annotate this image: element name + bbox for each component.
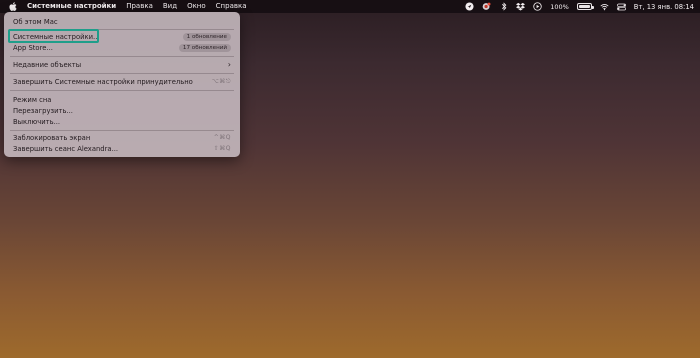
menu-item-label: Перезагрузить...	[13, 106, 73, 115]
menu-item-app-store[interactable]: App Store... 17 обновлений	[9, 42, 235, 53]
wifi-icon[interactable]	[600, 2, 609, 11]
dropbox-icon[interactable]	[516, 2, 526, 11]
battery-fill	[578, 5, 590, 8]
clock[interactable]: Вт, 13 янв. 08:14	[634, 3, 694, 11]
battery-icon[interactable]	[576, 3, 594, 10]
shortcut-hint: ^⌘Q	[213, 134, 231, 141]
menu-separator	[10, 29, 234, 30]
clock-time: 08:14	[674, 2, 694, 11]
chevron-right-icon: ›	[227, 60, 231, 69]
menu-separator	[10, 56, 234, 57]
menu-item-lock-screen[interactable]: Заблокировать экран ^⌘Q	[9, 132, 235, 143]
menu-item-recent-items[interactable]: Недавние объекты ›	[9, 59, 235, 70]
menu-item-label: Заблокировать экран	[13, 133, 91, 142]
menu-item-sleep[interactable]: Режим сна	[9, 94, 235, 105]
menu-item-label: App Store...	[13, 43, 53, 52]
menu-separator	[10, 130, 234, 131]
play-circle-icon[interactable]	[533, 2, 542, 11]
menu-item-label: Системные настройки...	[13, 32, 100, 41]
menu-item-label: Недавние объекты	[13, 60, 82, 69]
update-badge: 17 обновлений	[178, 43, 231, 52]
menu-item-force-quit[interactable]: Завершить Системные настройки принудител…	[9, 76, 235, 87]
menu-item-label: Завершить сеанс Alexandra...	[13, 144, 119, 153]
bluetooth-icon[interactable]	[499, 2, 508, 11]
menu-separator	[10, 73, 234, 74]
status-area: 100% Вт, 13 янв. 08:14	[465, 0, 700, 13]
shortcut-hint: ⇧⌘Q	[213, 145, 231, 152]
clock-date: Вт, 13 янв.	[633, 2, 673, 11]
menu-item-label: Об этом Mac	[13, 17, 58, 26]
menu-item-log-out[interactable]: Завершить сеанс Alexandra... ⇧⌘Q	[9, 143, 235, 154]
apple-menu: Об этом Mac Системные настройки... 1 обн…	[4, 12, 240, 157]
location-arrow-icon[interactable]	[465, 2, 474, 11]
update-badge: 1 обновление	[182, 32, 231, 41]
battery-percent: 100%	[550, 2, 569, 11]
menu-item-label: Режим сна	[13, 95, 52, 104]
control-center-icon[interactable]	[616, 2, 626, 11]
menu-item-shutdown[interactable]: Выключить...	[9, 116, 235, 127]
shortcut-hint: ⌥⌘⎋	[211, 77, 231, 85]
menu-item-about-mac[interactable]: Об этом Mac	[9, 16, 235, 27]
menu-item-restart[interactable]: Перезагрузить...	[9, 105, 235, 116]
menu-item-label: Выключить...	[13, 117, 61, 126]
focus-app-icon[interactable]	[482, 2, 491, 11]
menu-separator	[10, 90, 234, 91]
menu-item-system-settings[interactable]: Системные настройки... 1 обновление	[9, 31, 235, 42]
menu-item-label: Завершить Системные настройки принудител…	[13, 77, 193, 86]
